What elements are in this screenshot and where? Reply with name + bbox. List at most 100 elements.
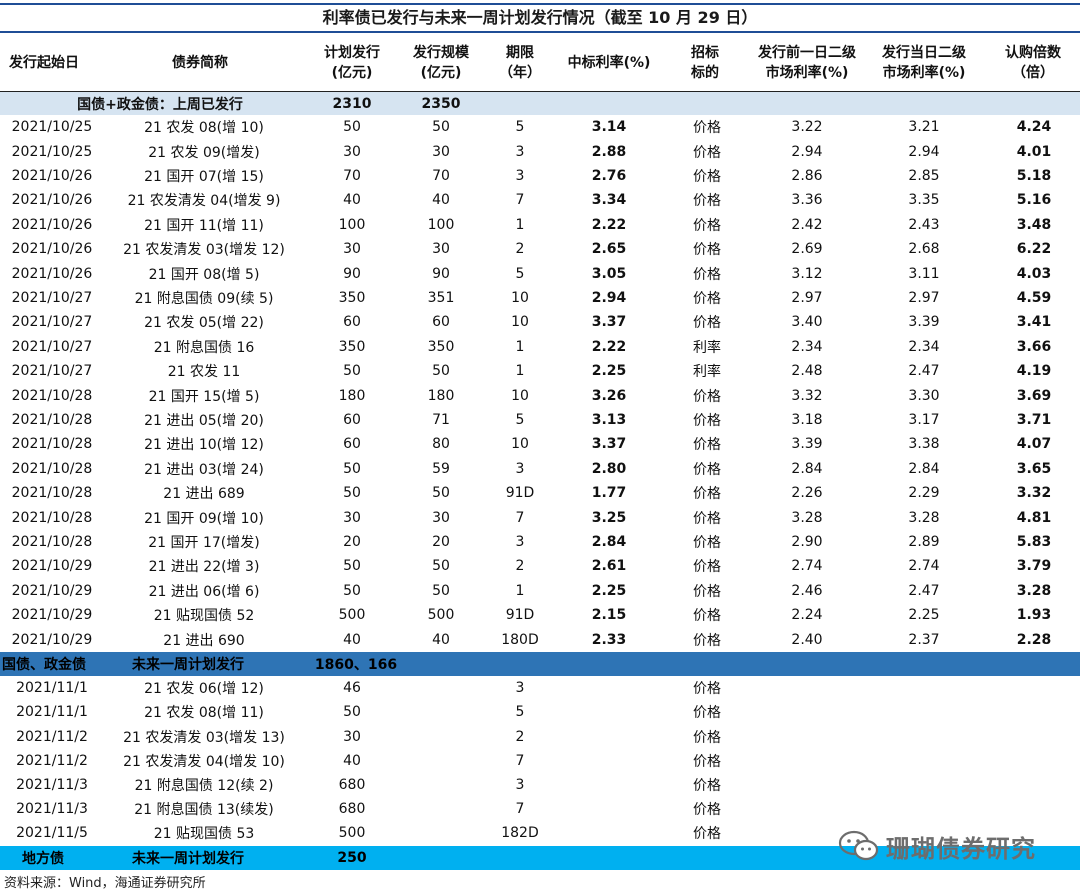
table-row: 2021/10/29 21 贴现国债 52 500 500 91D 2.15 价格 2.24 2… xyxy=(0,603,1080,627)
cell-pre-rate: 2.90 xyxy=(791,533,823,550)
cell-plan: 350 xyxy=(338,338,366,355)
cell-name: 21 国开 17(增发) xyxy=(148,534,260,551)
cell-name: 21 进出 03(增 24) xyxy=(144,461,264,478)
cell-size: 70 xyxy=(432,167,450,184)
cell-term: 91D xyxy=(505,607,535,624)
cell-target: 价格 xyxy=(693,120,721,137)
cell-multiple: 4.01 xyxy=(1016,143,1052,160)
cell-name: 21 农发 08(增 10) xyxy=(144,120,264,137)
cell-plan: 40 xyxy=(343,631,361,648)
table-row: 2021/10/26 21 农发清发 03(增发 12) 30 30 2 2.65 价格 2.… xyxy=(0,237,1080,261)
cell-plan: 50 xyxy=(343,119,361,136)
cell-target: 价格 xyxy=(693,266,721,283)
cell-name: 21 国开 09(增 10) xyxy=(144,510,264,527)
cell-plan: 40 xyxy=(343,752,361,769)
cell-multiple: 6.22 xyxy=(1016,241,1052,258)
header-term: 期限 （年） xyxy=(499,44,541,81)
cell-term: 1 xyxy=(515,216,525,233)
cell-term: 5 xyxy=(515,411,525,428)
cell-rate: 3.26 xyxy=(591,387,627,404)
cell-plan: 50 xyxy=(343,582,361,599)
cell-size: 350 xyxy=(427,338,455,355)
cell-plan: 50 xyxy=(343,485,361,502)
cell-name: 21 农发 11 xyxy=(167,364,241,381)
cell-rate: 2.65 xyxy=(591,241,627,258)
cell-pre-rate: 2.26 xyxy=(791,485,823,502)
cell-plan: 30 xyxy=(343,509,361,526)
cell-term: 5 xyxy=(515,119,525,136)
table-row: 2021/10/28 21 国开 15(增 5) 180 180 10 3.26 价格 3.3… xyxy=(0,383,1080,407)
cell-day-rate: 3.30 xyxy=(908,387,940,404)
cell-target: 价格 xyxy=(693,388,721,405)
cell-rate: 2.80 xyxy=(591,460,627,477)
cell-rate: 3.34 xyxy=(591,192,627,209)
cell-pre-rate: 3.39 xyxy=(791,436,823,453)
cell-pre-rate: 3.12 xyxy=(791,265,823,282)
table-row: 2021/10/26 21 国开 07(增 15) 70 70 3 2.76 价格 2.86 2… xyxy=(0,164,1080,188)
header-multiple: 认购倍数 （倍） xyxy=(1005,44,1061,81)
header-plan: 计划发行 (亿元) xyxy=(324,44,380,81)
cell-plan: 40 xyxy=(343,192,361,209)
cell-multiple: 3.65 xyxy=(1016,460,1052,477)
cell-size: 50 xyxy=(432,363,450,380)
cell-day-rate: 2.43 xyxy=(908,216,940,233)
cell-multiple: 3.48 xyxy=(1016,216,1052,233)
cell-term: 1 xyxy=(515,363,525,380)
cell-plan: 90 xyxy=(343,265,361,282)
cell-term: 10 xyxy=(511,314,529,331)
cell-rate: 3.25 xyxy=(591,509,627,526)
cell-target: 价格 xyxy=(693,290,721,307)
cell-pre-rate: 2.86 xyxy=(791,167,823,184)
cell-size: 30 xyxy=(432,241,450,258)
cell-term: 2 xyxy=(515,728,525,745)
section-planned-label-a: 国债、政金债 xyxy=(2,657,86,673)
cell-multiple: 5.16 xyxy=(1016,192,1052,209)
cell-rate: 2.94 xyxy=(591,289,627,306)
cell-size: 500 xyxy=(427,607,455,624)
cell-target: 利率 xyxy=(693,339,721,356)
header-date: 发行起始日 xyxy=(9,54,79,71)
cell-name: 21 进出 10(增 12) xyxy=(144,437,264,454)
table-row: 2021/11/1 21 农发 08(增 11) 50 5 价格 xyxy=(0,700,1080,724)
table-row: 2021/10/29 21 进出 22(增 3) 50 50 2 2.61 价格 2.74 2.… xyxy=(0,554,1080,578)
cell-day-rate: 3.21 xyxy=(908,119,940,136)
cell-target: 价格 xyxy=(693,826,721,843)
cell-date: 2021/10/27 xyxy=(11,289,93,306)
cell-target: 价格 xyxy=(693,753,721,770)
cell-pre-rate: 3.36 xyxy=(791,192,823,209)
cell-multiple: 5.18 xyxy=(1016,167,1052,184)
section-planned-label-b: 未来一周计划发行 xyxy=(132,657,244,673)
section-issued-size-total: 2350 xyxy=(421,95,461,112)
cell-multiple: 3.41 xyxy=(1016,314,1052,331)
cell-date: 2021/10/29 xyxy=(11,607,93,624)
cell-size: 40 xyxy=(432,631,450,648)
cell-date: 2021/10/28 xyxy=(11,436,93,453)
cell-name: 21 进出 689 xyxy=(163,486,245,503)
cell-target: 价格 xyxy=(693,242,721,259)
cell-name: 21 进出 06(增 6) xyxy=(148,583,260,600)
header-target: 招标 标的 xyxy=(691,44,719,81)
cell-multiple: 4.19 xyxy=(1016,363,1052,380)
cell-rate: 3.14 xyxy=(591,119,627,136)
cell-name: 21 附息国债 13(续发) xyxy=(134,802,274,819)
table-row: 2021/10/28 21 进出 689 50 50 91D 1.77 价格 2.26 2.29… xyxy=(0,481,1080,505)
watermark-text: 珊瑚债券研究 xyxy=(886,834,1036,863)
cell-multiple: 1.93 xyxy=(1016,607,1052,624)
cell-date: 2021/10/28 xyxy=(11,387,93,404)
cell-rate: 3.37 xyxy=(591,436,627,453)
cell-target: 价格 xyxy=(693,510,721,527)
cell-multiple: 4.24 xyxy=(1016,119,1052,136)
cell-pre-rate: 3.18 xyxy=(791,411,823,428)
cell-target: 价格 xyxy=(693,315,721,332)
cell-size: 30 xyxy=(432,143,450,160)
cell-term: 182D xyxy=(501,825,539,842)
cell-day-rate: 2.97 xyxy=(908,289,940,306)
cell-plan: 60 xyxy=(343,436,361,453)
cell-date: 2021/10/26 xyxy=(11,265,93,282)
cell-day-rate: 2.89 xyxy=(908,533,940,550)
cell-term: 3 xyxy=(515,143,525,160)
table-row: 2021/10/28 21 国开 09(增 10) 30 30 7 3.25 价格 3.28 3… xyxy=(0,505,1080,529)
cell-size: 50 xyxy=(432,485,450,502)
cell-rate: 3.13 xyxy=(591,411,627,428)
cell-plan: 100 xyxy=(338,216,366,233)
